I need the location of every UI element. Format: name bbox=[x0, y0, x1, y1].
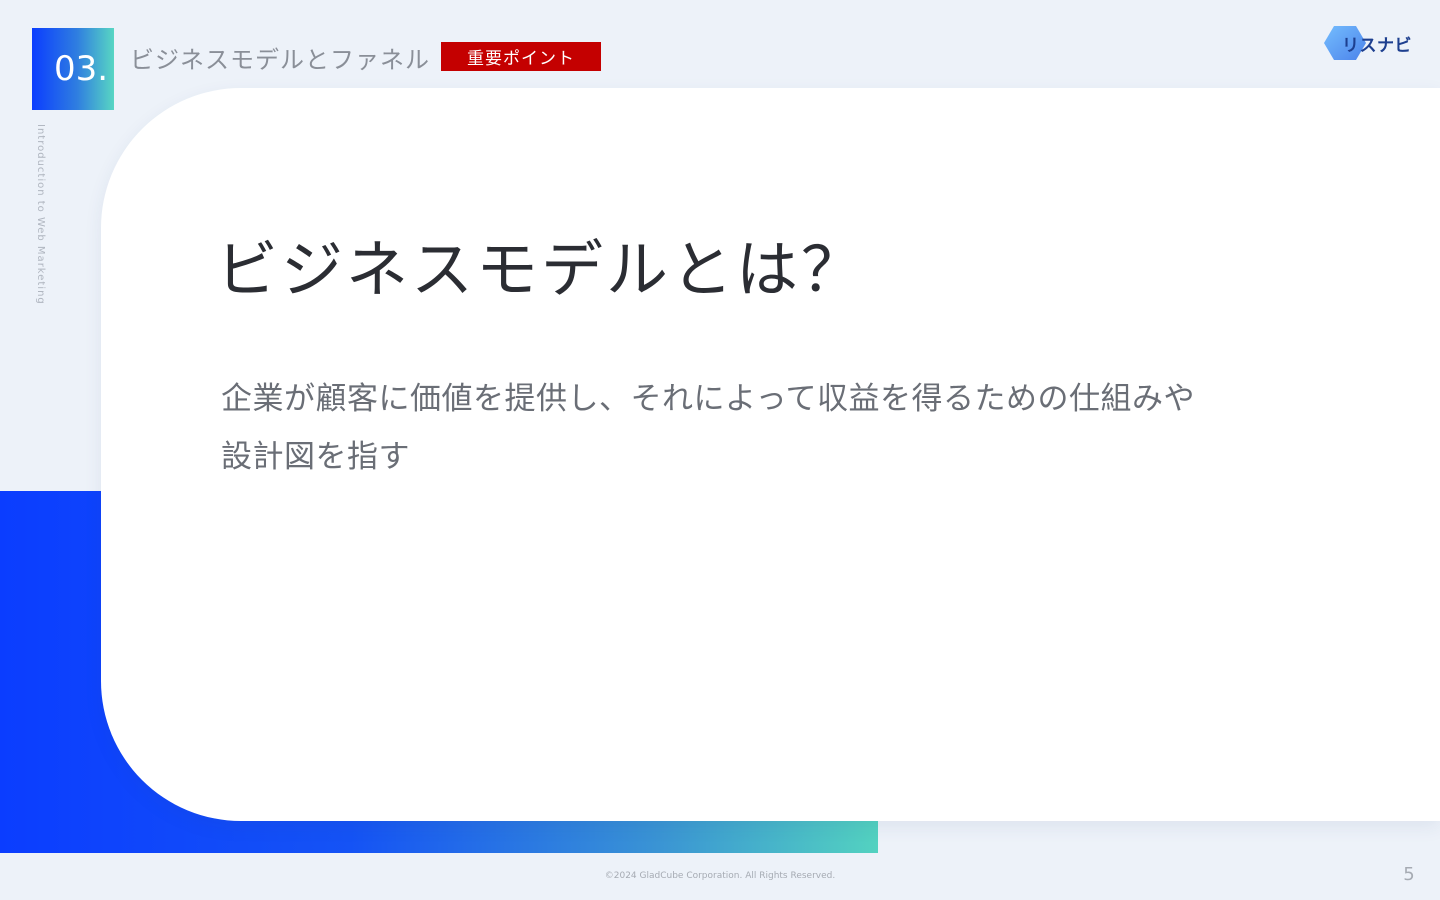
page-number: 5 bbox=[1403, 864, 1415, 885]
definition-line-1: 企業が顧客に価値を提供し、それによって収益を得るための仕組みや bbox=[221, 381, 1196, 417]
important-badge: 重要ポイント bbox=[441, 42, 601, 71]
brand-logo: リスナビ bbox=[1324, 24, 1416, 62]
logo-text: リスナビ bbox=[1342, 36, 1412, 56]
section-title: ビジネスモデルとファネル bbox=[130, 46, 430, 74]
page-heading: ビジネスモデルとは？ bbox=[216, 233, 867, 306]
definition-text: 企業が顧客に価値を提供し、それによって収益を得るための仕組みや 設計図を指す bbox=[221, 370, 1231, 486]
section-number: 03. bbox=[32, 28, 114, 110]
copyright: ©2024 GladCube Corporation. All Rights R… bbox=[604, 871, 836, 881]
vertical-subtitle: Introduction to Web Marketing bbox=[35, 124, 46, 305]
definition-line-2: 設計図を指す bbox=[221, 439, 410, 475]
